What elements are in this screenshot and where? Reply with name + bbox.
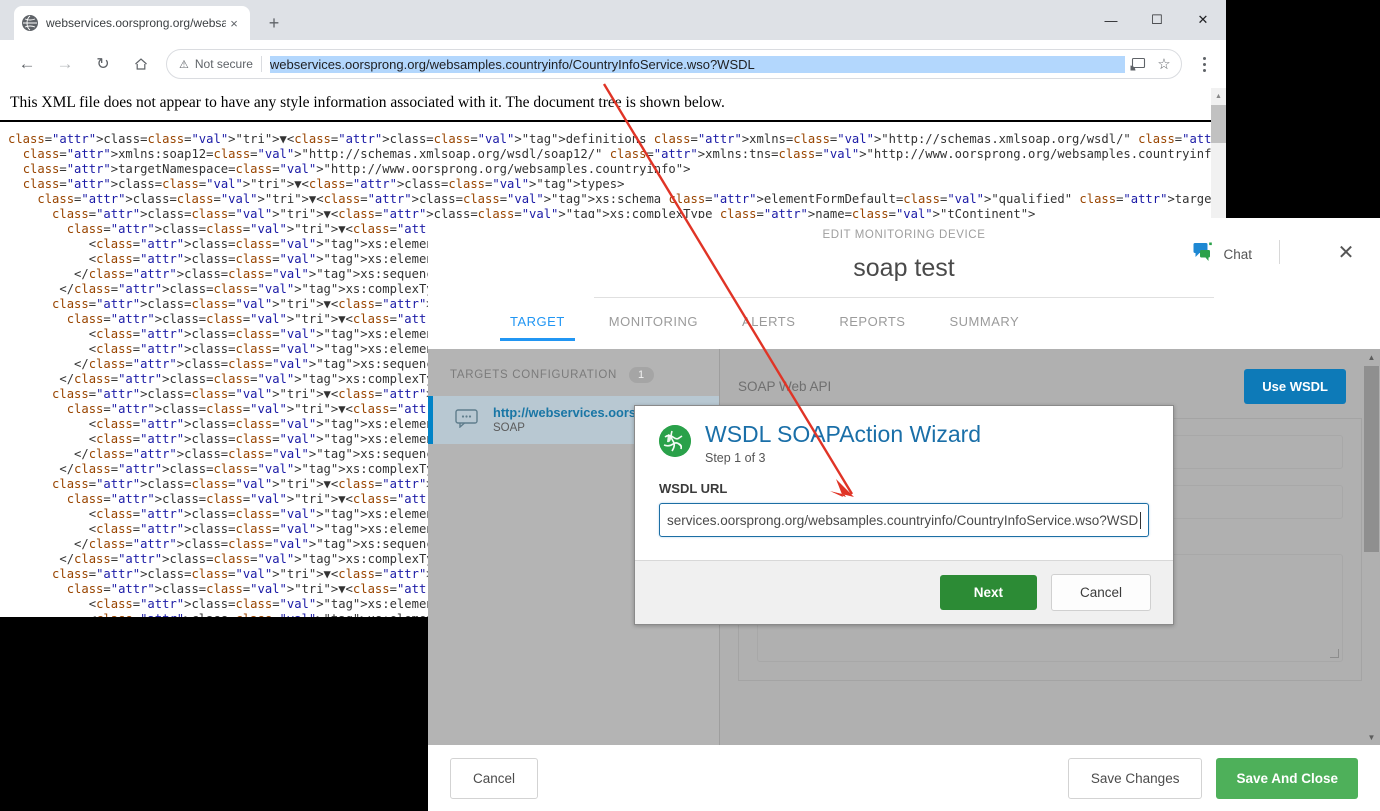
dialog-title: WSDL SOAPAction Wizard — [705, 421, 982, 447]
tab-summary[interactable]: SUMMARY — [927, 308, 1041, 341]
footer-actions: Save Changes Save And Close — [1067, 757, 1358, 799]
dialog-step: Step 1 of 3 — [705, 451, 766, 466]
kebab-menu-icon[interactable] — [1190, 50, 1218, 78]
bookmark-star-icon[interactable]: ☆ — [1151, 51, 1177, 77]
dialog-cancel-button[interactable]: Cancel — [1050, 574, 1151, 611]
globe-favicon-icon — [22, 15, 38, 31]
scroll-up-icon[interactable]: ▲ — [1363, 349, 1380, 365]
tab-strip: webservices.oorsprong.org/websa × + — ☐ … — [0, 0, 1226, 40]
target-protocol: SOAP — [493, 421, 525, 434]
xml-line: class="attr">targetNamespace=class="val"… — [22, 162, 691, 176]
wsdl-url-value: services.oorsprong.org/websamples.countr… — [667, 512, 1140, 528]
save-and-close-button[interactable]: Save And Close — [1216, 757, 1358, 799]
omnibox-actions: ☆ — [1125, 51, 1177, 77]
address-bar[interactable]: ⚠ Not secure webservices.oorsprong.org/w… — [166, 49, 1182, 79]
browser-tab-title: webservices.oorsprong.org/websa — [46, 16, 226, 30]
not-secure-label: Not secure — [194, 57, 253, 71]
wsdl-url-label: WSDL URL — [659, 481, 728, 497]
targets-count-badge: 1 — [628, 367, 654, 383]
warning-triangle-icon: ⚠ — [179, 58, 189, 71]
chat-label: Chat — [1223, 247, 1252, 262]
maximize-icon[interactable]: ☐ — [1134, 0, 1180, 40]
not-secure-indicator[interactable]: ⚠ Not secure — [179, 57, 253, 71]
panel-tabs: TARGET MONITORING ALERTS REPORTS SUMMARY — [428, 308, 1380, 341]
tab-reports[interactable]: REPORTS — [817, 308, 927, 341]
scroll-up-icon[interactable]: ▲ — [1211, 88, 1226, 105]
scrollbar-thumb[interactable] — [1364, 366, 1379, 552]
targets-configuration-label: TARGETS CONFIGURATION — [450, 369, 617, 381]
xml-line: class="attr">class=class="val">"tri">▼<c… — [37, 192, 1226, 206]
dialog-footer: Next Cancel — [635, 560, 1173, 624]
soap-web-api-label: SOAP Web API — [738, 379, 832, 394]
url-text[interactable]: webservices.oorsprong.org/websamples.cou… — [269, 55, 1125, 73]
target-url: http://webservices.oorspro — [493, 404, 657, 420]
list-item-text: http://webservices.oorspro SOAP — [493, 405, 657, 435]
tab-alerts[interactable]: ALERTS — [720, 308, 817, 341]
xml-line: class="attr">xmlns:soap12=class="val">"h… — [22, 147, 1226, 161]
screen: webservices.oorsprong.org/websa × + — ☐ … — [0, 0, 1380, 811]
home-icon[interactable] — [127, 50, 155, 78]
xml-line: class="attr">class=class="val">"tri">▼<c… — [22, 177, 625, 191]
new-tab-button[interactable]: + — [262, 11, 286, 35]
cast-icon[interactable] — [1125, 51, 1151, 77]
soap-message-icon — [455, 408, 479, 433]
use-wsdl-button[interactable]: Use WSDL — [1244, 369, 1346, 404]
chat-bubble-icon — [1193, 242, 1215, 267]
divider — [260, 56, 262, 72]
dialog-header: WSDL SOAPAction Wizard Step 1 of 3 — [659, 422, 1149, 465]
scroll-down-icon[interactable]: ▼ — [1363, 729, 1380, 745]
tab-target[interactable]: TARGET — [488, 308, 587, 341]
target-details-header: SOAP Web API Use WSDL — [720, 349, 1380, 404]
xml-style-notice: This XML file does not appear to have an… — [0, 88, 1226, 122]
wsdl-soapaction-wizard-dialog: WSDL SOAPAction Wizard Step 1 of 3 WSDL … — [634, 405, 1174, 625]
window-controls: — ☐ ✕ — [1088, 0, 1226, 40]
targets-configuration-header: TARGETS CONFIGURATION 1 — [428, 349, 719, 383]
text-caret — [1140, 511, 1141, 529]
dialog-title-block: WSDL SOAPAction Wizard Step 1 of 3 — [705, 422, 981, 465]
save-changes-button[interactable]: Save Changes — [1067, 757, 1203, 799]
minimize-icon[interactable]: — — [1088, 0, 1134, 40]
scrollbar-thumb[interactable] — [1211, 105, 1226, 143]
browser-toolbar: ← → ↻ ⚠ Not secure webservices.oorsprong… — [0, 40, 1226, 88]
panel-close-icon[interactable]: ✕ — [1332, 238, 1360, 266]
wsdl-url-input[interactable]: services.oorsprong.org/websamples.countr… — [659, 503, 1149, 538]
window-close-icon[interactable]: ✕ — [1180, 0, 1226, 40]
browser-tab[interactable]: webservices.oorsprong.org/websa × — [14, 6, 250, 40]
next-button[interactable]: Next — [939, 575, 1037, 610]
divider — [1279, 240, 1280, 264]
panel-kicker: EDIT MONITORING DEVICE — [822, 229, 986, 241]
tab-monitoring[interactable]: MONITORING — [587, 308, 720, 341]
reload-icon[interactable]: ↻ — [89, 50, 117, 78]
dialog-body: WSDL SOAPAction Wizard Step 1 of 3 WSDL … — [635, 406, 1173, 545]
xml-line: class="attr">class=class="val">"tri">▼<c… — [8, 132, 1226, 146]
panel-header: EDIT MONITORING DEVICE soap test TARGET … — [428, 218, 1380, 350]
forward-icon[interactable]: → — [51, 50, 79, 78]
panel-scrollbar[interactable]: ▲ ▼ — [1363, 349, 1380, 745]
close-icon[interactable]: × — [226, 15, 242, 31]
globe-icon — [659, 425, 691, 457]
panel-footer: Cancel Save Changes Save And Close — [428, 745, 1380, 811]
back-icon[interactable]: ← — [13, 50, 41, 78]
cancel-button[interactable]: Cancel — [450, 757, 539, 799]
divider — [594, 297, 1214, 298]
chat-button[interactable]: Chat — [1193, 242, 1252, 267]
